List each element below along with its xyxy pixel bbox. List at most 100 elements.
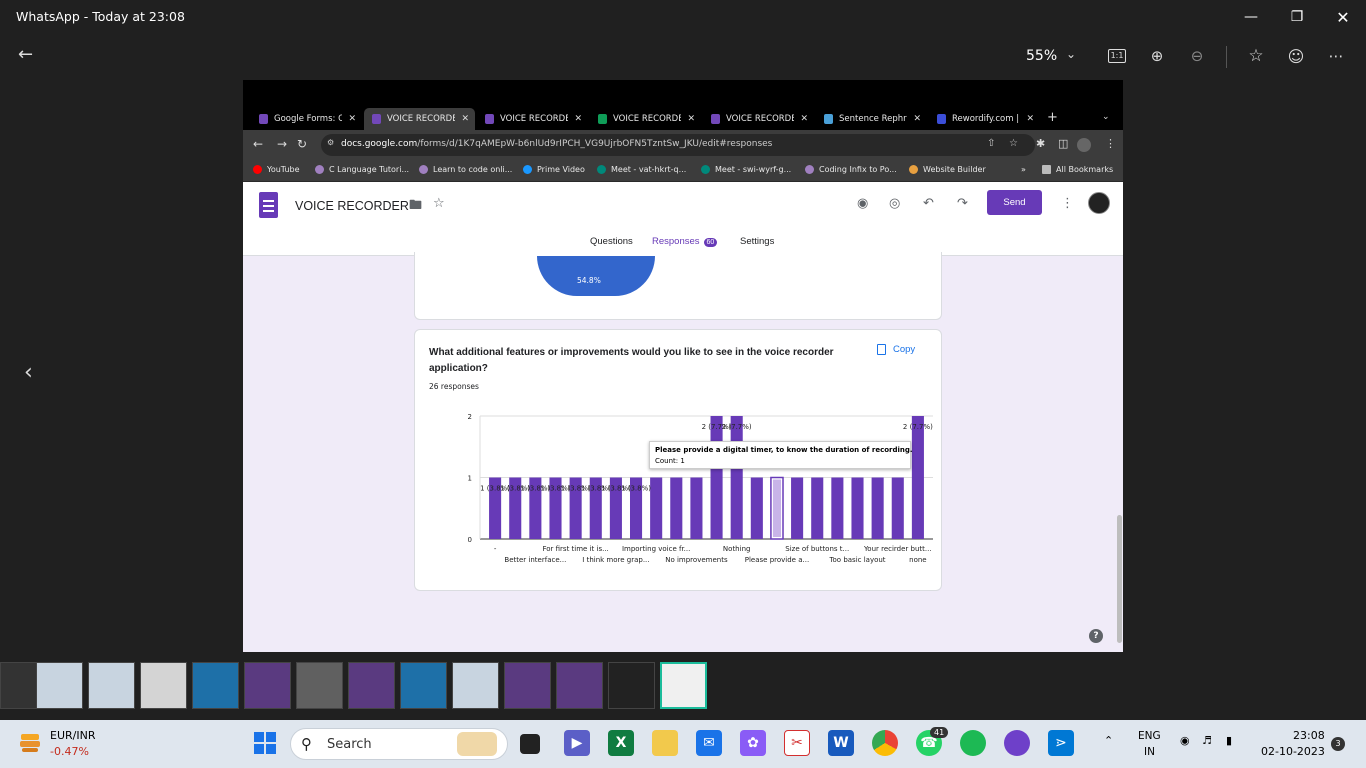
fx-pair[interactable]: EUR/INR [50,729,95,742]
meet-now-icon[interactable]: ▶ [564,730,590,756]
palette-icon[interactable]: ◉ [857,196,868,211]
previous-image-icon[interactable]: ‹ [24,360,33,385]
task-view-icon[interactable] [520,734,540,754]
back-arrow-icon[interactable]: ← [18,44,33,65]
bookmark-item[interactable]: Meet - vat-hkrt-q... [597,165,686,174]
filmstrip-thumbnail[interactable] [140,662,187,709]
clock-date[interactable]: 02-10-2023 [1261,745,1325,758]
vscode-icon[interactable]: ⋗ [1048,730,1074,756]
tab-close-icon[interactable]: ✕ [687,114,695,124]
tab-settings[interactable]: Settings [740,236,774,247]
bookmarks-overflow-icon[interactable]: » [1021,165,1026,174]
more-vert-icon[interactable]: ⋮ [1061,196,1074,211]
site-info-icon[interactable]: ⚙ [327,138,334,147]
snipping-tool-icon[interactable]: ✂ [784,730,810,756]
bookmark-item[interactable]: Prime Video [523,165,585,174]
new-tab-icon[interactable]: + [1047,110,1058,125]
close-icon[interactable]: ✕ [1320,4,1366,30]
copy-chart-button[interactable]: Copy [877,344,915,355]
forward-icon[interactable]: → [277,137,287,151]
photos-icon[interactable]: ✿ [740,730,766,756]
github-icon[interactable] [1004,730,1030,756]
smiley-icon[interactable]: ☺ [1285,45,1307,67]
filmstrip-thumbnail[interactable] [504,662,551,709]
zoom-out-icon[interactable]: ⊖ [1186,45,1208,67]
zoom-chevron-down-icon[interactable]: ⌄ [1066,47,1076,61]
share-icon[interactable]: ⇧ [987,138,995,149]
mail-icon[interactable]: ✉ [696,730,722,756]
chrome-icon[interactable] [872,730,898,756]
browser-tab[interactable]: VOICE RECORDE ✕ [590,108,701,130]
bookmark-item[interactable]: C Language Tutori... [315,165,409,174]
undo-icon[interactable]: ↶ [923,196,934,211]
restore-icon[interactable]: ❐ [1274,4,1320,30]
word-icon[interactable]: W [828,730,854,756]
battery-icon[interactable]: ▮ [1226,734,1232,747]
tray-chevron-up-icon[interactable]: ⌃ [1104,734,1113,747]
tab-responses[interactable]: Responses 60 [652,236,718,247]
bookmark-item[interactable]: Meet - swi-wyrf-g... [701,165,791,174]
more-options-icon[interactable]: ⋯ [1325,45,1347,67]
avatar[interactable] [1088,192,1110,214]
send-button[interactable]: Send [987,190,1042,215]
notification-count[interactable]: 3 [1331,737,1345,751]
volume-icon[interactable]: ♬ [1202,734,1212,747]
filmstrip-thumbnail[interactable] [192,662,239,709]
all-bookmarks[interactable]: All Bookmarks [1042,165,1113,174]
page-scrollbar[interactable] [1117,515,1122,643]
tab-close-icon[interactable]: ✕ [461,114,469,124]
reload-icon[interactable]: ↻ [297,137,307,151]
taskbar-search[interactable]: ⚲ Search [290,728,508,760]
bookmark-star-icon[interactable]: ☆ [1009,138,1018,149]
filmstrip-thumbnail[interactable] [36,662,83,709]
browser-tab[interactable]: VOICE RECORDE ✕ [364,108,475,130]
form-title[interactable]: VOICE RECORDER [295,199,409,213]
zoom-in-icon[interactable]: ⊕ [1146,45,1168,67]
favorite-star-icon[interactable]: ☆ [1245,45,1267,67]
keyboard-layout[interactable]: IN [1144,746,1155,758]
filmstrip-thumbnail[interactable] [296,662,343,709]
zoom-level[interactable]: 55% [1026,48,1057,64]
browser-tab[interactable]: VOICE RECORDE ✕ [477,108,588,130]
filmstrip-thumbnail[interactable] [660,662,707,709]
extensions-icon[interactable]: ✱ [1036,137,1045,150]
minimize-icon[interactable]: — [1228,4,1274,30]
filmstrip-thumbnail[interactable] [244,662,291,709]
url-input[interactable]: ⚙ docs.google.com/forms/d/1K7qAMEpW-b6nl… [321,134,1035,156]
actual-size-button[interactable]: 1:1 [1106,45,1128,67]
browser-tab[interactable]: Sentence Rephra ✕ [816,108,927,130]
redo-icon[interactable]: ↷ [957,196,968,211]
filmstrip-thumbnail[interactable] [348,662,395,709]
star-icon[interactable]: ☆ [433,196,445,211]
tab-search-chevron-icon[interactable]: ⌄ [1102,112,1110,122]
profile-avatar[interactable] [1077,138,1091,152]
bookmark-item[interactable]: Website Builder [909,165,986,174]
side-panel-icon[interactable]: ◫ [1058,137,1068,150]
filmstrip-thumbnail[interactable] [452,662,499,709]
tab-close-icon[interactable]: ✕ [574,114,582,124]
excel-icon[interactable]: X [608,730,634,756]
filmstrip-thumbnail[interactable] [608,662,655,709]
tab-close-icon[interactable]: ✕ [348,114,356,124]
tab-questions[interactable]: Questions [590,236,633,247]
windows-start-icon[interactable] [252,730,278,756]
clock-time[interactable]: 23:08 [1293,729,1325,742]
browser-menu-icon[interactable]: ⋮ [1105,137,1116,150]
filmstrip-thumbnail[interactable] [88,662,135,709]
bookmark-item[interactable]: Coding Infix to Po... [805,165,897,174]
wifi-icon[interactable]: ◉ [1180,734,1190,747]
bookmark-item[interactable]: Learn to code onli... [419,165,512,174]
back-icon[interactable]: ← [253,137,263,151]
bookmark-item[interactable]: YouTube [253,165,300,174]
browser-tab[interactable]: Google Forms: O ✕ [251,108,362,130]
file-explorer-icon[interactable] [652,730,678,756]
spotify-icon[interactable] [960,730,986,756]
browser-tab[interactable]: VOICE RECORDE ✕ [703,108,814,130]
tab-close-icon[interactable]: ✕ [1026,114,1034,124]
folder-icon[interactable]: 🖿 [409,196,422,218]
filmstrip-thumbnail[interactable] [556,662,603,709]
market-widget-icon[interactable] [18,730,42,754]
filmstrip-thumbnail[interactable] [400,662,447,709]
browser-tab[interactable]: Rewordify.com | ✕ [929,108,1040,130]
language-indicator[interactable]: ENG [1138,730,1161,742]
